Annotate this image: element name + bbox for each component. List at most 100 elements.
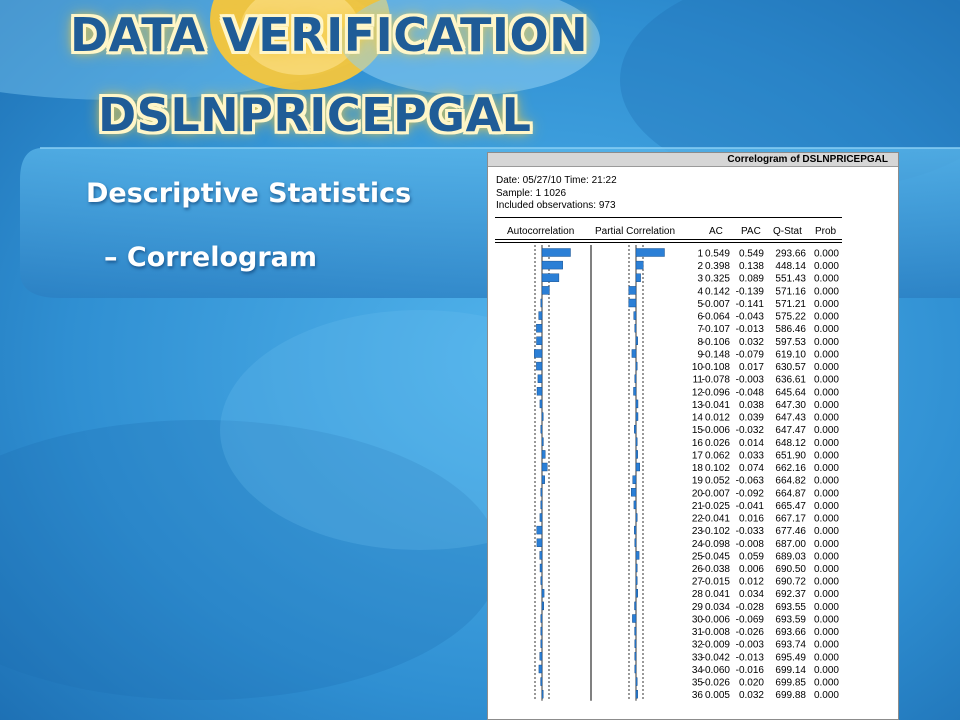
ac-bar: [541, 248, 571, 257]
pac-value: -0.041: [736, 501, 765, 512]
ac-value: -0.096: [702, 387, 731, 398]
prob-value: 0.000: [814, 539, 839, 550]
ac-bar: [541, 450, 546, 459]
prob-value: 0.000: [814, 476, 839, 487]
ac-bar: [541, 286, 550, 295]
pac-bar: [635, 551, 640, 560]
ac-bar: [539, 551, 543, 560]
qstat-value: 293.66: [775, 249, 806, 260]
ac-bar: [540, 425, 543, 434]
ac-value: 0.062: [705, 450, 730, 461]
pac-bar: [635, 462, 640, 472]
qstat-value: 645.64: [775, 387, 806, 398]
pac-value: -0.003: [736, 640, 765, 651]
ac-bar: [540, 639, 543, 648]
pac-value: -0.028: [736, 602, 765, 613]
pac-value: -0.092: [736, 488, 765, 499]
ac-value: -0.060: [702, 665, 731, 676]
pac-bar: [635, 336, 638, 346]
ac-bar: [541, 437, 544, 446]
qstat-value: 665.47: [775, 501, 806, 512]
ac-value: -0.038: [702, 564, 731, 575]
qstat-value: 687.00: [775, 539, 806, 550]
ac-bar: [541, 273, 560, 282]
ac-value: 0.102: [705, 463, 730, 474]
qstat-value: 630.57: [775, 362, 806, 373]
prob-value: 0.000: [814, 324, 839, 335]
ac-value: 0.052: [705, 476, 730, 487]
ac-value: 0.398: [705, 261, 730, 272]
pac-value: -0.139: [736, 286, 765, 297]
prob-value: 0.000: [814, 589, 839, 600]
ac-bar: [541, 462, 548, 472]
pac-value: 0.020: [739, 678, 764, 689]
qstat-value: 662.16: [775, 463, 806, 474]
prob-value: 0.000: [814, 261, 839, 272]
qstat-value: 690.50: [775, 564, 806, 575]
ac-value: -0.108: [702, 362, 731, 373]
pac-bar: [635, 412, 639, 421]
pac-bar: [630, 488, 637, 497]
ac-bar: [539, 399, 543, 409]
ac-value: 0.026: [705, 438, 730, 449]
pac-bar: [635, 437, 638, 446]
lag-value: 3: [697, 274, 703, 285]
qstat-value: 699.14: [775, 665, 806, 676]
qstat-value: 651.90: [775, 450, 806, 461]
pac-value: -0.016: [736, 665, 765, 676]
ac-bar: [536, 336, 543, 346]
qstat-value: 648.12: [775, 438, 806, 449]
qstat-value: 690.72: [775, 577, 806, 588]
ac-bar: [536, 361, 543, 371]
prob-value: 0.000: [814, 299, 839, 310]
pac-bar: [635, 399, 639, 409]
qstat-value: 692.37: [775, 589, 806, 600]
qstat-value: 664.87: [775, 488, 806, 499]
pac-bar: [634, 626, 637, 636]
ac-value: 0.034: [705, 602, 730, 613]
ac-bar: [541, 260, 563, 270]
pac-value: -0.033: [736, 526, 765, 537]
pac-value: 0.006: [739, 564, 764, 575]
prob-value: 0.000: [814, 526, 839, 537]
prob-value: 0.000: [814, 463, 839, 474]
ac-bar: [539, 563, 543, 573]
qstat-value: 699.85: [775, 678, 806, 689]
lag-value: 4: [697, 286, 703, 297]
ac-value: -0.064: [702, 312, 731, 323]
pac-bar: [635, 450, 638, 459]
ac-value: 0.012: [705, 413, 730, 424]
qstat-value: 636.61: [775, 375, 806, 386]
ac-value: -0.042: [702, 652, 731, 663]
lag-value: 17: [692, 450, 704, 461]
slide-title-line-1: DATA VERIFICATION: [70, 8, 589, 62]
pac-bar: [635, 589, 638, 598]
prob-value: 0.000: [814, 501, 839, 512]
pac-bar: [634, 601, 637, 611]
pac-value: -0.026: [736, 627, 765, 638]
prob-value: 0.000: [814, 652, 839, 663]
ac-value: -0.025: [702, 501, 731, 512]
ac-bar: [539, 652, 543, 661]
lag-value: 19: [692, 476, 704, 487]
qstat-value: 647.43: [775, 413, 806, 424]
ac-bar: [540, 500, 543, 510]
ac-bar: [541, 589, 545, 598]
lag-value: 1: [697, 249, 703, 260]
lag-value: 36: [692, 690, 704, 701]
ac-value: -0.008: [702, 627, 731, 638]
ac-bar: [539, 513, 543, 522]
pac-value: -0.069: [736, 615, 765, 626]
prob-value: 0.000: [814, 450, 839, 461]
pac-bar: [633, 500, 637, 510]
ac-bar: [536, 525, 543, 535]
pac-bar: [634, 525, 637, 535]
prob-value: 0.000: [814, 375, 839, 386]
prob-value: 0.000: [814, 425, 839, 436]
pac-bar: [634, 425, 637, 434]
ac-value: -0.015: [702, 577, 731, 588]
prob-value: 0.000: [814, 564, 839, 575]
ac-bar: [540, 488, 543, 497]
pac-value: 0.033: [739, 450, 764, 461]
pac-value: 0.017: [739, 362, 764, 373]
